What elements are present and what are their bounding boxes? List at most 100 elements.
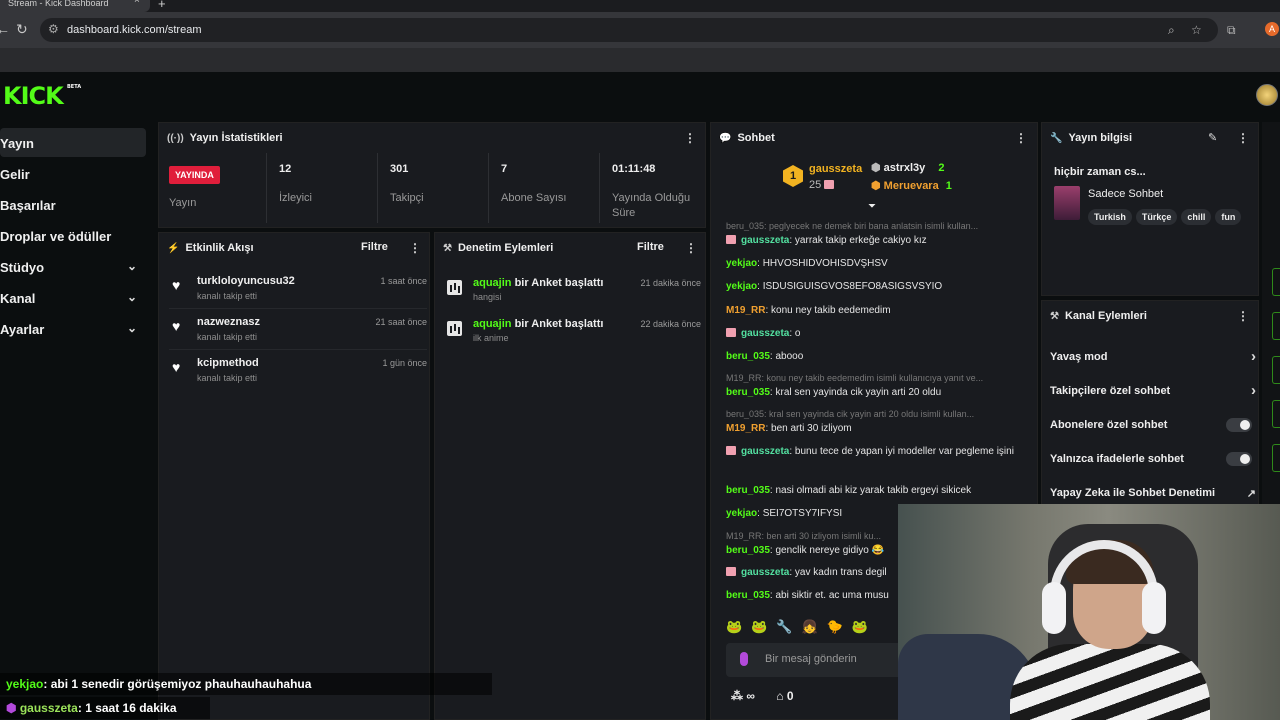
leaderboard-second[interactable]: ⬢ astrxl3y 2 bbox=[871, 161, 944, 174]
tag[interactable]: Türkçe bbox=[1135, 209, 1178, 225]
kick-logo[interactable]: KICK BETA bbox=[3, 82, 81, 110]
action-followers-only[interactable]: Takipçilere özel sohbet › bbox=[1050, 382, 1256, 399]
chat-message[interactable]: beru_035: abooo bbox=[726, 349, 1026, 365]
dock-tab[interactable] bbox=[1272, 356, 1280, 384]
tag[interactable]: chill bbox=[1181, 209, 1212, 225]
more-options-icon[interactable]: ⋮ bbox=[1015, 131, 1027, 145]
action-slow-mode[interactable]: Yavaş mod › bbox=[1050, 348, 1256, 365]
list-item[interactable]: ♥ nazweznasz kanalı takip etti 21 saat ö… bbox=[169, 310, 427, 350]
stat-label: Yayında Olduğu Süre bbox=[612, 192, 691, 219]
chevron-down-icon[interactable]: ⌄ bbox=[127, 321, 137, 335]
chat-username[interactable]: gausszeta bbox=[741, 567, 789, 578]
filter-button[interactable]: Filtre bbox=[361, 241, 388, 253]
sidebar-item-kanal[interactable]: Kanal ⌄ bbox=[0, 283, 146, 312]
list-item[interactable]: aquajin bir Anket başlattı ilk anime 22 … bbox=[445, 314, 701, 354]
list-item[interactable]: ♥ turkloloyuncusu32 kanalı takip etti 1 … bbox=[169, 269, 427, 309]
more-options-icon[interactable]: ⋮ bbox=[409, 241, 421, 255]
edit-pencil-icon[interactable]: ✎ bbox=[1208, 131, 1217, 144]
user-avatar[interactable] bbox=[1256, 84, 1278, 106]
tag[interactable]: fun bbox=[1215, 209, 1242, 225]
more-options-icon[interactable]: ⋮ bbox=[1237, 309, 1249, 323]
action-subscribers-only[interactable]: Abonelere özel sohbet bbox=[1050, 418, 1252, 432]
users-icon[interactable]: ⁂ bbox=[731, 689, 743, 703]
chat-username[interactable]: yekjao bbox=[726, 258, 757, 269]
tab-close-icon[interactable]: × bbox=[134, 0, 140, 6]
emotes-only-toggle[interactable] bbox=[1226, 452, 1252, 466]
sidebar-item-studyo[interactable]: Stüdyo ⌄ bbox=[0, 252, 146, 281]
chat-username[interactable]: beru_035 bbox=[726, 387, 770, 398]
address-bar[interactable]: ⚙ dashboard.kick.com/stream ⌕ ☆ bbox=[40, 18, 1218, 42]
more-options-icon[interactable]: ⋮ bbox=[685, 241, 697, 255]
chat-username[interactable]: beru_035 bbox=[726, 351, 770, 362]
sidebar-item-basarilar[interactable]: Başarılar bbox=[0, 190, 146, 219]
profile-avatar[interactable]: A bbox=[1265, 22, 1279, 36]
chat-message[interactable]: yekjao: HHVOSHIDVOHISDVŞHSV bbox=[726, 256, 1026, 272]
sidebar-item-ayarlar[interactable]: Ayarlar ⌄ bbox=[0, 314, 146, 343]
chat-username[interactable]: gausszeta bbox=[741, 446, 789, 457]
panel-title: ((·)) Yayın İstatistikleri bbox=[167, 132, 283, 144]
action-emotes-only[interactable]: Yalnızca ifadelerle sohbet bbox=[1050, 452, 1252, 466]
expand-leaderboard-icon[interactable]: ⏷ bbox=[868, 201, 876, 212]
chat-message[interactable]: gausszeta: yarrak takip erkeğe cakiyo kı… bbox=[726, 233, 1026, 249]
chat-username[interactable]: beru_035 bbox=[726, 590, 770, 601]
subscribers-only-toggle[interactable] bbox=[1226, 418, 1252, 432]
tag[interactable]: Turkish bbox=[1088, 209, 1132, 225]
chat-username[interactable]: M19_RR bbox=[726, 423, 765, 434]
back-icon[interactable]: ← bbox=[0, 21, 10, 37]
infinity-icon: ∞ bbox=[746, 689, 755, 703]
more-options-icon[interactable]: ⋮ bbox=[684, 131, 696, 145]
sidebar-item-yayin[interactable]: Yayın bbox=[0, 128, 146, 157]
url-text[interactable]: dashboard.kick.com/stream bbox=[67, 24, 202, 36]
dock-tab[interactable] bbox=[1272, 444, 1280, 472]
chat-message[interactable]: gausszeta: bunu tece de yapan iyi modell… bbox=[726, 444, 1026, 460]
leaderboard-first-count: 25 bbox=[809, 179, 839, 191]
chat-username[interactable]: yekjao bbox=[726, 281, 757, 292]
category-name[interactable]: Sadece Sohbet bbox=[1088, 188, 1163, 200]
list-item[interactable]: ♥ kcipmethod kanalı takip etti 1 gün önc… bbox=[169, 351, 427, 391]
chat-text: ISDUSIGUISGVOS8EFO8ASIGSVSYIO bbox=[762, 281, 943, 292]
filter-button[interactable]: Filtre bbox=[637, 241, 664, 253]
chat-message[interactable]: beru_035: kral sen yayinda cik yayin art… bbox=[726, 385, 1026, 401]
chat-username[interactable]: beru_035 bbox=[726, 485, 770, 496]
chat-username[interactable]: M19_RR bbox=[726, 305, 765, 316]
chat-message[interactable]: gausszeta: o bbox=[726, 326, 1026, 342]
activity-description: kanalı takip etti bbox=[197, 373, 258, 383]
overlay-chat-line: ⬢ gausszeta: 1 saat 16 dakika bbox=[0, 697, 210, 719]
chat-username[interactable]: beru_035 bbox=[726, 545, 770, 556]
chat-message[interactable]: M19_RR: konu ney takib eedemedim bbox=[726, 303, 1026, 319]
chat-username[interactable]: gausszeta bbox=[741, 328, 789, 339]
sidebar-item-droplar[interactable]: Droplar ve ödüller bbox=[0, 221, 146, 250]
chat-message[interactable]: yekjao: ISDUSIGUISGVOS8EFO8ASIGSVSYIO bbox=[726, 279, 1026, 295]
chat-username[interactable]: gausszeta bbox=[741, 235, 789, 246]
action-ai-moderation[interactable]: Yapay Zeka ile Sohbet Denetimi ↗ bbox=[1050, 487, 1256, 500]
store-icon[interactable]: ⌂ bbox=[776, 689, 783, 703]
chat-username[interactable]: yekjao bbox=[726, 508, 757, 519]
extensions-icon[interactable]: ⧉ bbox=[1227, 23, 1236, 38]
emote-bar[interactable]: 🐸🐸🔧👧🐤🐸 bbox=[726, 619, 877, 635]
chat-message[interactable]: beru_035: nasi olmadi abi kiz yarak taki… bbox=[726, 483, 1026, 499]
zoom-icon[interactable]: ⌕ bbox=[1168, 23, 1175, 38]
chat-message[interactable]: M19_RR: ben arti 30 izliyom bbox=[726, 421, 1026, 437]
microphone-icon[interactable] bbox=[740, 652, 748, 666]
sidebar-item-gelir[interactable]: Gelir bbox=[0, 159, 146, 188]
action-label: Yalnızca ifadelerle sohbet bbox=[1050, 453, 1184, 465]
bookmark-star-icon[interactable]: ☆ bbox=[1191, 23, 1202, 37]
hammer-icon: ⚒ bbox=[443, 243, 452, 254]
poll-icon bbox=[447, 280, 462, 295]
browser-tab[interactable]: Stream - Kick Dashboard × bbox=[0, 0, 150, 12]
new-tab-button[interactable]: + bbox=[158, 0, 166, 11]
leaderboard-first[interactable]: 1 bbox=[783, 165, 803, 187]
dock-tab[interactable] bbox=[1272, 268, 1280, 296]
chevron-down-icon[interactable]: ⌄ bbox=[127, 290, 137, 304]
stat-value: 12 bbox=[279, 163, 292, 175]
site-info-icon[interactable]: ⚙ bbox=[48, 22, 59, 36]
category-thumbnail[interactable] bbox=[1054, 186, 1080, 220]
dock-tab[interactable] bbox=[1272, 312, 1280, 340]
more-options-icon[interactable]: ⋮ bbox=[1237, 131, 1249, 145]
dock-tab[interactable] bbox=[1272, 400, 1280, 428]
reload-icon[interactable]: ↻ bbox=[16, 21, 28, 38]
chevron-down-icon[interactable]: ⌄ bbox=[127, 259, 137, 273]
chevron-right-icon: › bbox=[1251, 382, 1256, 399]
leaderboard-third[interactable]: ⬢ Meruevara 1 bbox=[871, 179, 952, 192]
list-item[interactable]: aquajin bir Anket başlattı hangisi 21 da… bbox=[445, 273, 701, 313]
